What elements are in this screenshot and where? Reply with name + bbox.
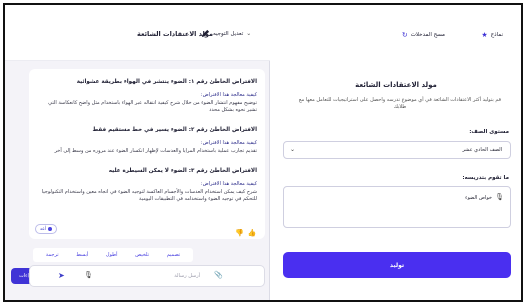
feedback-buttons: 👎 👍 xyxy=(235,229,256,237)
chat-panel: مولد الاعتقادات الشائعة ⌄ تعديل التوجيه … xyxy=(5,5,270,300)
attachment-icon[interactable]: 📎 xyxy=(214,271,223,279)
chip-longer[interactable]: أطول xyxy=(106,252,118,258)
regenerate-chip[interactable]: أعد xyxy=(35,224,57,234)
edit-prompt-label: تعديل التوجيه xyxy=(213,30,244,37)
topic-field[interactable]: 🎙 خواص الضوء xyxy=(283,186,511,228)
regenerate-label: أعد xyxy=(39,226,47,232)
microphone-icon[interactable]: 🎙 xyxy=(84,271,93,279)
generate-label: توليد xyxy=(389,261,405,269)
chevron-down-icon: ⌄ xyxy=(290,146,296,153)
chip-design[interactable]: تصميم xyxy=(167,252,180,258)
chip-summarize[interactable]: تلخيص xyxy=(135,252,149,258)
send-icon[interactable]: ➤ xyxy=(58,271,65,280)
edit-prompt-button[interactable]: ⌄ تعديل التوجيه xyxy=(201,29,251,38)
models-label: نماذج xyxy=(490,32,503,38)
misconception-heading: الافتراض الخاطئ رقم ٢: الضوء يسير في خط … xyxy=(92,127,257,133)
star-icon: ★ xyxy=(481,31,488,39)
thumbs-down-icon[interactable]: 👎 xyxy=(235,229,244,237)
remedy-question: كيفية معالجة هذا الافتراض: xyxy=(200,92,257,98)
quick-actions: تصميم تلخيص أطول أبسط ترجمة xyxy=(33,248,193,262)
pencil-icon xyxy=(201,29,210,38)
grade-label: مستوى الصف: xyxy=(469,129,509,135)
grade-value: الصف الحادي عشر xyxy=(462,147,502,153)
tool-panel: نماذج ★ مسح المدخلات ↻ مولد الاعتقادات ا… xyxy=(271,5,521,300)
chat-header: مولد الاعتقادات الشائعة ⌄ تعديل التوجيه xyxy=(5,5,270,61)
remedy-answer: شرح كيف يمكن استخدام العدسات والأجسام ال… xyxy=(41,189,257,202)
tool-title: مولد الاعتقادات الشائعة xyxy=(355,81,437,89)
tool-toolbar: نماذج ★ مسح المدخلات ↻ xyxy=(271,5,521,39)
misconception-heading: الافتراض الخاطئ رقم ١: الضوء ينتشر في ال… xyxy=(76,79,257,85)
chevron-down-icon: ⌄ xyxy=(246,30,252,37)
remedy-question: كيفية معالجة هذا الافتراض: xyxy=(200,181,257,187)
assistant-message: الافتراض الخاطئ رقم ١: الضوء ينتشر في ال… xyxy=(29,69,265,239)
remedy-answer: توضيح مفهوم انتشار الضوء من خلال شرح كيف… xyxy=(48,100,257,113)
chat-input-bar: ➤ 🎙 أرسل رسالة 📎 xyxy=(29,265,265,287)
grade-select[interactable]: الصف الحادي عشر ⌄ xyxy=(283,141,511,159)
chat-input[interactable]: أرسل رسالة xyxy=(100,273,200,279)
remedy-answer: تقديم تجارب عملية باستخدام المرايا والعد… xyxy=(54,148,257,154)
remedy-question: كيفية معالجة هذا الافتراض: xyxy=(200,140,257,146)
refresh-icon: ↻ xyxy=(401,31,408,39)
misconception-heading: الافتراض الخاطئ رقم ٣: الضوء لا يمكن الس… xyxy=(108,168,257,174)
topic-label: ما تقوم بتدريسه: xyxy=(462,175,509,181)
tool-description: قم بتوليد أكثر الاعتقادات الشائعة في أي … xyxy=(298,97,502,110)
app-frame: مولد الاعتقادات الشائعة ⌄ تعديل التوجيه … xyxy=(3,3,523,302)
chip-translate[interactable]: ترجمة xyxy=(46,252,59,258)
models-button[interactable]: نماذج ★ xyxy=(481,31,503,39)
microphone-icon[interactable]: 🎙 xyxy=(495,193,504,201)
speaker-icon xyxy=(48,227,53,231)
clear-label: مسح المدخلات xyxy=(410,32,445,38)
generate-button[interactable]: توليد xyxy=(283,252,511,278)
clear-inputs-button[interactable]: مسح المدخلات ↻ xyxy=(402,31,445,39)
topic-value: خواص الضوء xyxy=(465,195,492,201)
chip-simpler[interactable]: أبسط xyxy=(76,252,88,258)
thumbs-up-icon[interactable]: 👍 xyxy=(248,229,257,237)
